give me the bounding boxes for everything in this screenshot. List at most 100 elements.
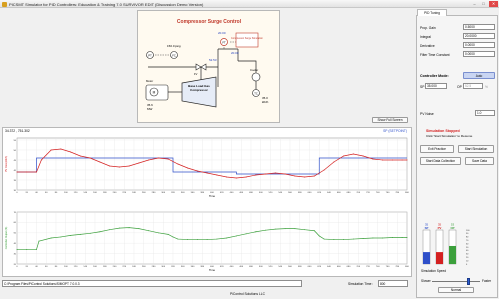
slower-label: Slower — [421, 279, 431, 283]
y-tick-label: 70 — [14, 212, 17, 214]
install-path: C:\Program Files\PiControl Solutions\SIM… — [2, 280, 302, 287]
x-tick-label: 620 — [317, 266, 321, 268]
data-point — [265, 229, 267, 231]
x-tick-label: 20 — [26, 266, 29, 268]
x-tick-label: 0 — [16, 266, 18, 268]
controller-mode-button[interactable]: Auto — [463, 72, 495, 79]
pv-noise-input[interactable]: 1.0 — [475, 110, 495, 116]
bar-scale-tick: 100 — [466, 230, 470, 232]
x-tick-label: 80 — [55, 266, 58, 268]
filter-time-input[interactable]: 0.0000 — [463, 51, 495, 57]
x-tick-label: 260 — [142, 266, 146, 268]
data-point — [206, 172, 208, 174]
minimize-button[interactable]: – — [470, 1, 479, 7]
x-tick-label: 680 — [347, 266, 351, 268]
x-tick-label: 380 — [200, 192, 204, 194]
data-point — [148, 230, 150, 232]
data-point — [172, 236, 174, 238]
output-input[interactable]: 52.5 — [463, 83, 483, 89]
fc-label: FC — [172, 53, 176, 57]
speed-slider-thumb[interactable] — [466, 278, 470, 285]
tab-pid-tuning[interactable]: PID Tuning — [417, 9, 447, 16]
speed-slider-track[interactable] — [432, 278, 480, 285]
data-point — [128, 165, 130, 167]
data-point — [333, 239, 335, 241]
data-point — [265, 173, 267, 175]
x-tick-label: 540 — [278, 266, 282, 268]
x-tick-label: 720 — [366, 266, 370, 268]
x-tick-label: 640 — [327, 266, 331, 268]
data-point — [313, 230, 315, 232]
x-tick-label: 340 — [181, 192, 185, 194]
x-axis-label: Time — [209, 194, 216, 198]
x-tick-label: 580 — [298, 266, 302, 268]
x-tick-label: 280 — [152, 266, 156, 268]
data-point — [382, 159, 384, 161]
y-tick-label: 30 — [14, 253, 17, 255]
data-point — [362, 155, 364, 157]
simulation-speed-label: Simulation Speed — [421, 269, 446, 273]
bar-scale-tick: 90 — [466, 233, 469, 235]
close-button[interactable]: ✕ — [489, 1, 498, 7]
x-tick-label: 460 — [239, 266, 243, 268]
process-diagram: Compressor Surge Control PT FC 150.0 psi… — [137, 10, 280, 123]
derivative-input[interactable]: 0.0000 — [463, 42, 495, 48]
setpoint-input[interactable]: 35.000 — [425, 83, 447, 89]
x-tick-label: 340 — [181, 266, 185, 268]
x-tick-label: 60 — [45, 266, 48, 268]
x-tick-label: 120 — [74, 192, 78, 194]
prop-gain-input[interactable]: 0.5000 — [463, 24, 495, 30]
x-tick-label: 20 — [26, 192, 29, 194]
x-tick-label: 0 — [16, 192, 18, 194]
data-point — [70, 234, 72, 236]
x-tick-label: 440 — [230, 192, 234, 194]
data-point — [89, 157, 91, 159]
y-tick-label: 50 — [14, 150, 17, 152]
app-icon — [2, 1, 7, 7]
bar-scale-tick: 50 — [466, 247, 469, 249]
x-tick-label: 500 — [259, 192, 263, 194]
data-point — [226, 237, 228, 239]
data-point — [167, 233, 169, 235]
exit-practice-button[interactable]: Exit Practice — [420, 145, 454, 153]
x-tick-label: 640 — [327, 192, 331, 194]
data-point — [343, 239, 345, 241]
motor-label: Motor — [146, 79, 153, 83]
op-unit: % — [485, 85, 488, 89]
x-tick-label: 540 — [278, 192, 282, 194]
y-tick-label: 45 — [14, 160, 17, 162]
save-data-button[interactable]: Save Data — [465, 157, 494, 165]
maximize-button[interactable]: □ — [479, 1, 488, 7]
x-tick-label: 660 — [337, 266, 341, 268]
data-point — [406, 237, 408, 238]
ft-label: FT — [222, 40, 226, 44]
data-point — [99, 231, 101, 233]
x-tick-label: 440 — [230, 266, 234, 268]
sim-time-value: 800 — [378, 280, 408, 287]
x-tick-label: 500 — [259, 266, 263, 268]
integral-input[interactable]: 20.0000 — [463, 33, 495, 39]
x-tick-label: 760 — [386, 192, 390, 194]
data-point — [187, 239, 189, 241]
surge-simulation-label: Compressor Surge Simulation — [231, 37, 264, 40]
valve-percent-value: 52.53 — [209, 58, 217, 62]
x-tick-label: 700 — [356, 192, 360, 194]
show-full-screen-button[interactable]: Show Full Screen — [372, 117, 408, 123]
speed-value-button[interactable]: Normal — [438, 287, 474, 293]
pt-label: PT — [148, 53, 152, 57]
bar-scale-tick: 0 — [466, 264, 468, 266]
x-tick-label: 240 — [132, 266, 136, 268]
x-tick-label: 720 — [366, 192, 370, 194]
x-tick-label: 120 — [74, 266, 78, 268]
data-point — [128, 227, 130, 229]
x-tick-label: 600 — [308, 192, 312, 194]
x-tick-label: 480 — [249, 192, 253, 194]
start-data-collection-button[interactable]: Start Data Collection — [420, 157, 461, 165]
start-simulation-button[interactable]: Start Simulation — [458, 145, 494, 153]
trend-charts: 0 20 40 60 80 100 120 140 160 180 200 220 240 260 280 3… — [5, 137, 410, 272]
data-point — [235, 177, 237, 179]
data-point — [26, 248, 28, 250]
x-tick-label: 220 — [122, 192, 126, 194]
x-tick-label: 280 — [152, 192, 156, 194]
data-point — [177, 163, 179, 165]
